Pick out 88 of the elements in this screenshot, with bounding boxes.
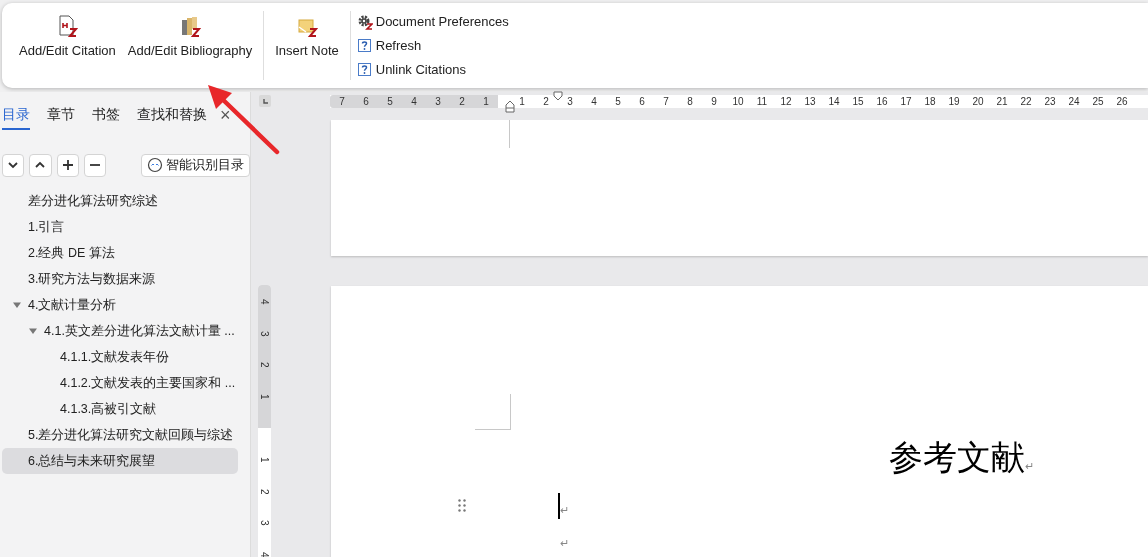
outline-item[interactable]: 3.研究方法与数据来源 [2,266,238,292]
expand-triangle-icon[interactable] [13,301,21,309]
ruler-number: 3 [258,518,271,528]
ruler-number: 2 [258,360,271,370]
sidebar-tab[interactable]: 章节 [47,100,75,130]
menu-item[interactable]: Unlink Citations [356,60,509,80]
ruler-number: 18 [923,95,937,108]
ruler-number: 8 [686,95,694,108]
ruler-number: 12 [779,95,793,108]
chevron-down-button[interactable] [2,153,25,177]
indent-marker-icon[interactable] [505,100,515,113]
ruler-number: 4 [258,297,271,307]
ribbon-button[interactable]: Add/Edit Citation [14,11,121,61]
ruler-number: 1 [482,95,490,108]
ruler-number: 16 [875,95,889,108]
margin-mark [509,120,510,148]
ruler-number: 14 [827,95,841,108]
outline-item[interactable]: 1.引言 [2,214,238,240]
drag-handle-icon[interactable] [458,499,466,512]
settings-icon [356,14,373,30]
smart-toc-button[interactable]: 智能识别目录 [141,153,250,177]
ruler-number: 3 [258,329,271,339]
ruler-number: 2 [458,95,466,108]
outline-item[interactable]: 2.经典 DE 算法 [2,240,238,266]
ruler-number: 11 [755,95,769,108]
outline-item[interactable]: 4.1.3.高被引文献 [2,396,238,422]
ruler-number: 21 [995,95,1009,108]
plus-icon [60,158,75,172]
ruler-number: 6 [362,95,370,108]
ruler-number: 26 [1115,95,1129,108]
help-icon [356,38,373,54]
ruler-number: 4 [258,550,271,557]
paragraph-mark: ↵ [560,503,569,517]
tab-stop-icon[interactable] [259,95,271,107]
ruler-number: 23 [1043,95,1057,108]
ruler-number: 25 [1091,95,1105,108]
ruler-number: 10 [731,95,745,108]
menu-item[interactable]: Refresh [356,36,509,56]
menu-item[interactable]: Document Preferences [356,12,509,32]
ruler-number: 9 [710,95,718,108]
ruler-number: 20 [971,95,985,108]
heading: 参考文献 [889,438,1025,478]
ruler-number: 3 [434,95,442,108]
help-icon [356,62,373,78]
ruler-number: 15 [851,95,865,108]
ruler-number: 1 [258,455,271,465]
ruler-number: 2 [542,95,550,108]
citation-icon [56,15,79,37]
ruler-number: 17 [899,95,913,108]
outline-item[interactable]: 4.1.1.文献发表年份 [2,344,238,370]
outline-item[interactable]: 4.1.2.文献发表的主要国家和 ... [2,370,238,396]
expand-triangle-icon[interactable] [29,327,37,335]
paragraph-mark: ↵ [560,536,569,550]
outline-item[interactable]: 4.文献计量分析 [2,292,238,318]
plus-button[interactable] [56,153,79,177]
close-button[interactable]: × [220,100,231,130]
paragraph-mark: ↵ [1025,459,1034,472]
ruler-number: 24 [1067,95,1081,108]
ruler-number: 5 [386,95,394,108]
ruler-number: 7 [662,95,670,108]
outline-item[interactable]: 5.差分进化算法研究文献回顾与综述 [2,422,238,448]
ruler-number: 7 [338,95,346,108]
ruler-number: 22 [1019,95,1033,108]
minus-button[interactable] [83,153,106,177]
ruler-number: 2 [258,487,271,497]
ruler-number: 3 [566,95,574,108]
ruler-number: 4 [590,95,598,108]
ruler-number: 13 [803,95,817,108]
ruler-number: 19 [947,95,961,108]
ruler-number: 1 [518,95,526,108]
text-cursor [558,493,560,519]
outline-item[interactable]: 差分进化算法研究综述 [2,188,238,214]
outline-item[interactable]: 4.1.英文差分进化算法文献计量 ... [2,318,238,344]
chevron-up-button[interactable] [29,153,52,177]
outline-item[interactable]: 6.总结与未来研究展望 [2,448,238,474]
ruler-number: 6 [638,95,646,108]
sidebar-tab[interactable]: 书签 [92,100,120,130]
ruler-number: 4 [410,95,418,108]
ruler-number: 1 [258,392,271,402]
sidebar-tab[interactable]: 目录 [2,100,30,130]
books-icon [179,15,201,37]
margin-mark [475,394,511,430]
sidebar-tab[interactable]: 查找和替换 [137,100,207,130]
ribbon-button[interactable]: Add/Edit Bibliography [122,11,258,61]
ribbon-button[interactable]: Insert Note [270,11,344,61]
ruler-number: 5 [614,95,622,108]
indent-marker-icon[interactable] [553,91,563,101]
smart-icon [147,157,163,173]
